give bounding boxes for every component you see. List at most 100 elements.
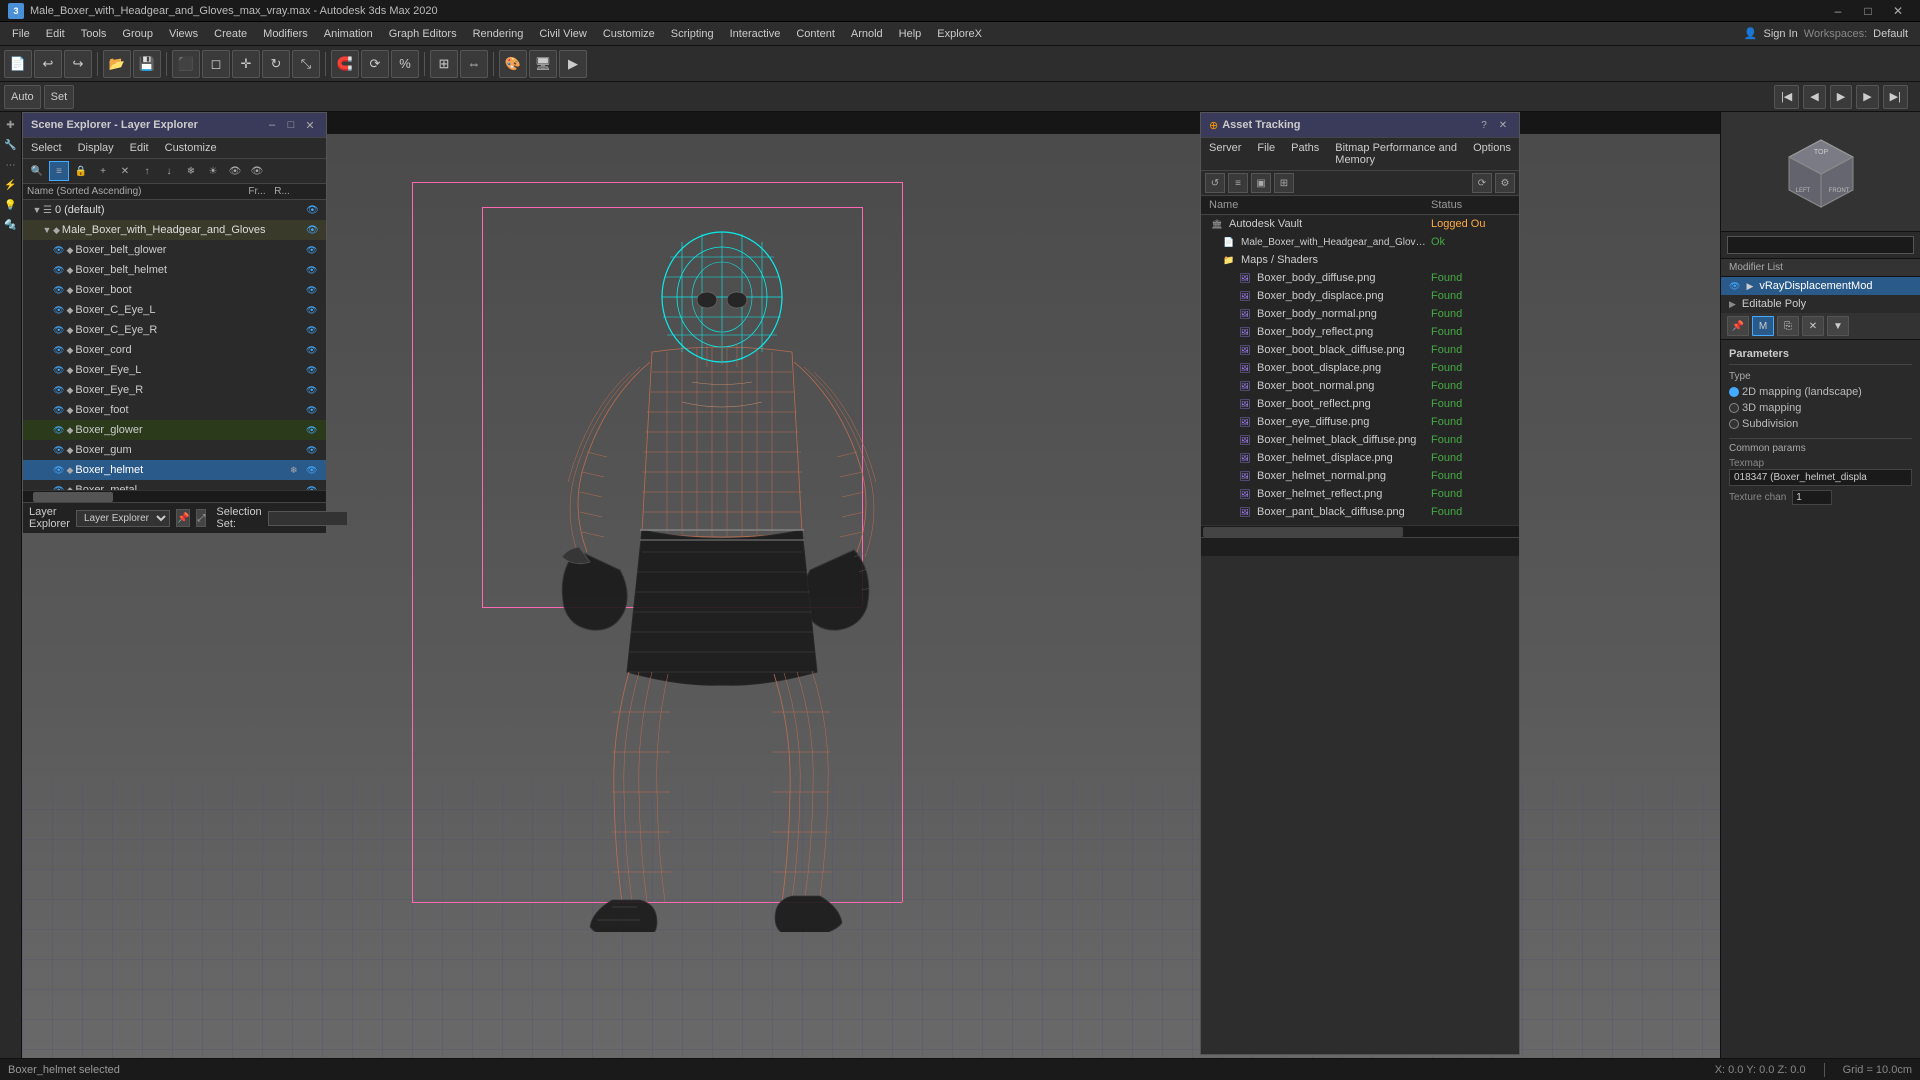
vray-triangle-icon[interactable]: ▶ — [1746, 281, 1753, 292]
se-menu-customize[interactable]: Customize — [157, 140, 225, 156]
se-item-foot[interactable]: 👁 ◆ Boxer_foot 👁 — [23, 400, 326, 420]
menu-content[interactable]: Content — [788, 22, 843, 46]
at-item-boot-normal[interactable]: 🖼 Boxer_boot_normal.png Found — [1201, 377, 1519, 395]
at-item-helmet-black-diffuse[interactable]: 🖼 Boxer_helmet_black_diffuse.png Found — [1201, 431, 1519, 449]
mirror-button[interactable]: ⇔ — [460, 50, 488, 78]
se-unfreeze-button[interactable]: ☀ — [203, 161, 223, 181]
at-item-boot-reflect[interactable]: 🖼 Boxer_boot_reflect.png Found — [1201, 395, 1519, 413]
at-help-button[interactable]: ? — [1476, 117, 1492, 133]
se-layer-button[interactable]: ≡ — [49, 161, 69, 181]
asset-tracking-search-input[interactable] — [1201, 537, 1519, 556]
se-eye-eye-l[interactable]: 👁 — [53, 365, 64, 376]
at-item-helmet-displace[interactable]: 🖼 Boxer_helmet_displace.png Found — [1201, 449, 1519, 467]
se-item-belt-helmet[interactable]: 👁 ◆ Boxer_belt_helmet 👁 — [23, 260, 326, 280]
se-expand-0[interactable]: ▼ — [31, 205, 43, 215]
se-eye-helmet[interactable]: 👁 — [53, 465, 64, 476]
display-icon[interactable]: 💡 — [2, 196, 20, 214]
se-item-male-boxer[interactable]: ▼ ◆ Male_Boxer_with_Headgear_and_Gloves … — [23, 220, 326, 240]
menu-group[interactable]: Group — [114, 22, 161, 46]
se-move-down-button[interactable]: ↓ — [159, 161, 179, 181]
menu-modifiers[interactable]: Modifiers — [255, 22, 316, 46]
at-item-max-file[interactable]: 📄 Male_Boxer_with_Headgear_and_Gloves_ma… — [1201, 233, 1519, 251]
save-button[interactable]: 💾 — [133, 50, 161, 78]
modify-icon[interactable]: 🔧 — [2, 136, 20, 154]
se-eye-eye-r[interactable]: 👁 — [53, 385, 64, 396]
poly-expand-icon[interactable]: ▶ — [1729, 299, 1736, 310]
at-menu-bitmap[interactable]: Bitmap Performance and Memory — [1327, 140, 1465, 168]
at-hscroll-thumb[interactable] — [1203, 527, 1403, 537]
at-refresh-button[interactable]: ↺ — [1205, 173, 1225, 193]
at-item-pant-black-diffuse[interactable]: 🖼 Boxer_pant_black_diffuse.png Found — [1201, 503, 1519, 521]
se-eye-belt-glower[interactable]: 👁 — [53, 245, 64, 256]
se-eye-gum[interactable]: 👁 — [53, 445, 64, 456]
angle-snap-button[interactable]: ⟳ — [361, 50, 389, 78]
scene-explorer-restore-button[interactable]: □ — [283, 117, 299, 133]
at-grid-button[interactable]: ⊞ — [1274, 173, 1294, 193]
menu-rendering[interactable]: Rendering — [465, 22, 532, 46]
menu-customize[interactable]: Customize — [595, 22, 663, 46]
se-eye-0[interactable]: 👁 — [306, 205, 322, 216]
menu-explorex[interactable]: ExploreX — [929, 22, 990, 46]
at-menu-file[interactable]: File — [1249, 140, 1283, 168]
radio-3d-mapping[interactable]: 3D mapping — [1729, 402, 1801, 414]
rotate-button[interactable]: ↻ — [262, 50, 290, 78]
minimize-button[interactable]: – — [1824, 1, 1852, 21]
mod-make-unique-button[interactable]: ⎘ — [1777, 316, 1799, 336]
move-button[interactable]: ✛ — [232, 50, 260, 78]
mod-delete-button[interactable]: ✕ — [1802, 316, 1824, 336]
auto-key-button[interactable]: Auto — [4, 85, 41, 109]
se-item-eye-r[interactable]: 👁 ◆ Boxer_Eye_R 👁 — [23, 380, 326, 400]
se-expand-1[interactable]: ▼ — [41, 225, 53, 235]
se-eye-belt-helmet[interactable]: 👁 — [53, 265, 64, 276]
se-item-boot[interactable]: 👁 ◆ Boxer_boot 👁 — [23, 280, 326, 300]
maximize-button[interactable]: □ — [1854, 1, 1882, 21]
menu-arnold[interactable]: Arnold — [843, 22, 891, 46]
redo-button[interactable]: ↪ — [64, 50, 92, 78]
at-item-body-diffuse[interactable]: 🖼 Boxer_body_diffuse.png Found — [1201, 269, 1519, 287]
mod-modifier-button[interactable]: M — [1752, 316, 1774, 336]
menu-tools[interactable]: Tools — [73, 22, 115, 46]
se-bottom-pin-button[interactable]: 📌 — [176, 509, 190, 527]
hierarchy-icon[interactable]: ⋯ — [2, 156, 20, 174]
at-item-boot-black-diffuse[interactable]: 🖼 Boxer_boot_black_diffuse.png Found — [1201, 341, 1519, 359]
modifier-object-name-input[interactable]: Boxer_helmet — [1727, 236, 1914, 254]
select-region-button[interactable]: ◻ — [202, 50, 230, 78]
close-button[interactable]: ✕ — [1884, 1, 1912, 21]
se-item-cord[interactable]: 👁 ◆ Boxer_cord 👁 — [23, 340, 326, 360]
se-selection-set-input[interactable] — [268, 511, 348, 526]
se-delete-layer-button[interactable]: ✕ — [115, 161, 135, 181]
utilities-icon[interactable]: 🔩 — [2, 216, 20, 234]
at-menu-server[interactable]: Server — [1201, 140, 1249, 168]
se-search-button[interactable]: 🔍 — [27, 161, 47, 181]
asset-tracking-tree[interactable]: 🏛 Autodesk Vault Logged Ou 📄 Male_Boxer_… — [1201, 215, 1519, 525]
se-add-layer-button[interactable]: + — [93, 161, 113, 181]
at-item-boot-displace[interactable]: 🖼 Boxer_boot_displace.png Found — [1201, 359, 1519, 377]
menu-scripting[interactable]: Scripting — [663, 22, 722, 46]
open-button[interactable]: 📂 — [103, 50, 131, 78]
mod-collapse-button[interactable]: ▼ — [1827, 316, 1849, 336]
se-hide-button[interactable]: 👁 — [225, 161, 245, 181]
at-preview-button[interactable]: ▣ — [1251, 173, 1271, 193]
prev-button[interactable]: ◀ — [1803, 85, 1825, 109]
se-item-metal[interactable]: 👁 ◆ Boxer_metal 👁 — [23, 480, 326, 490]
play-button[interactable]: ▶ — [1830, 85, 1852, 109]
signin-button[interactable]: Sign In — [1764, 28, 1798, 40]
new-button[interactable]: 📄 — [4, 50, 32, 78]
se-menu-display[interactable]: Display — [70, 140, 122, 156]
set-key-button[interactable]: Set — [44, 85, 75, 109]
menu-file[interactable]: File — [4, 22, 38, 46]
at-item-eye-diffuse[interactable]: 🖼 Boxer_eye_diffuse.png Found — [1201, 413, 1519, 431]
at-item-body-displace[interactable]: 🖼 Boxer_body_displace.png Found — [1201, 287, 1519, 305]
at-item-helmet-reflect[interactable]: 🖼 Boxer_helmet_reflect.png Found — [1201, 485, 1519, 503]
motion-icon[interactable]: ⚡ — [2, 176, 20, 194]
at-menu-options[interactable]: Options — [1465, 140, 1519, 168]
snap-button[interactable]: 🧲 — [331, 50, 359, 78]
texmap-value[interactable]: 018347 (Boxer_helmet_displa — [1729, 469, 1912, 486]
radio-subdivision[interactable]: Subdivision — [1729, 418, 1798, 430]
se-eye-cord[interactable]: 👁 — [53, 345, 64, 356]
texchan-input[interactable] — [1792, 490, 1832, 505]
mod-pin-button[interactable]: 📌 — [1727, 316, 1749, 336]
at-item-body-normal[interactable]: 🖼 Boxer_body_normal.png Found — [1201, 305, 1519, 323]
radio-2d-mapping[interactable]: 2D mapping (landscape) — [1729, 386, 1862, 398]
at-list-button[interactable]: ≡ — [1228, 173, 1248, 193]
